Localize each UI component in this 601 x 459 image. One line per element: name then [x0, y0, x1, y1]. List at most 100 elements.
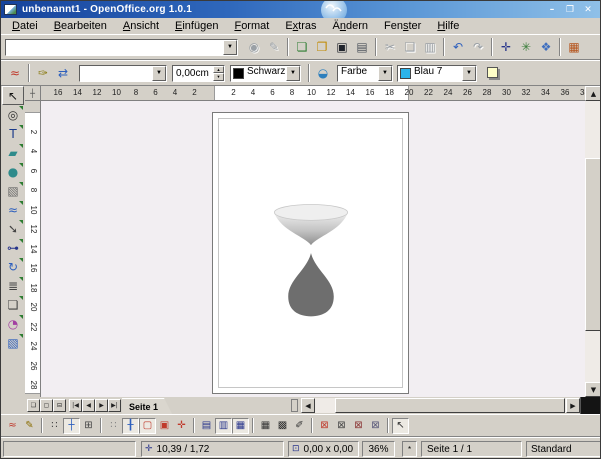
horizontal-ruler[interactable]: 1614121086422468101214161820222426283032… — [41, 86, 585, 101]
menu-fenster[interactable]: Fenster — [376, 19, 429, 33]
modify-with-attributes-icon[interactable]: ✐ — [291, 418, 308, 434]
window-resize-grip[interactable] — [580, 397, 601, 414]
url-combo-dropdown-icon[interactable]: ▼ — [223, 40, 237, 55]
edit-points-mode-icon[interactable]: ≈ — [4, 418, 21, 434]
text-tool[interactable]: T — [2, 124, 24, 143]
fill-style-dropdown-icon[interactable]: ▼ — [378, 66, 392, 81]
snap-to-grid-icon[interactable]: ∷ — [105, 418, 122, 434]
hourglass-drawing-object[interactable] — [213, 113, 408, 393]
status-template-field[interactable]: Standard — [526, 441, 601, 457]
rotation-mode-icon[interactable]: ✎ — [21, 418, 38, 434]
simple-handles-icon[interactable]: ▦ — [257, 418, 274, 434]
last-page-button[interactable]: ▶| — [108, 399, 121, 412]
select-mode-icon[interactable]: ↖ — [392, 418, 409, 434]
print-icon[interactable]: ▤ — [352, 38, 372, 56]
hscroll-left-icon[interactable]: ◀ — [301, 398, 315, 413]
page-mode-button[interactable]: ❏ — [27, 399, 40, 412]
minimize-button[interactable]: – — [545, 3, 559, 16]
3d-controller-tool[interactable]: ▧ — [2, 333, 24, 352]
hscroll-right-icon[interactable]: ▶ — [566, 398, 580, 413]
menu-hilfe[interactable]: Hilfe — [429, 19, 467, 33]
menu-datei[interactable]: Datei — [4, 19, 46, 33]
close-button[interactable]: ✕ — [581, 3, 595, 16]
area-dialog-icon[interactable]: ◒ — [313, 64, 333, 82]
snap-to-margins-icon[interactable]: ▢ — [139, 418, 156, 434]
status-page-field[interactable]: Seite 1 / 1 — [421, 441, 522, 457]
fill-color-combo[interactable]: Blau 7 ▼ — [397, 65, 477, 82]
vscroll-down-icon[interactable]: ▼ — [585, 382, 601, 397]
prev-page-button[interactable]: ◀ — [82, 399, 95, 412]
3d-objects-tool[interactable]: ▧ — [2, 181, 24, 200]
url-combo[interactable]: ▼ — [5, 39, 238, 56]
line-style-combo[interactable]: ▼ — [79, 65, 167, 82]
tabbar-splitter[interactable] — [291, 399, 298, 412]
large-handles-icon[interactable]: ▩ — [274, 418, 291, 434]
line-style-dropdown-icon[interactable]: ▼ — [152, 66, 166, 81]
picture-placeholder-icon[interactable]: ⊠ — [316, 418, 333, 434]
menu-extras[interactable]: Extras — [277, 19, 324, 33]
line-width-down-icon[interactable]: ▼ — [213, 73, 224, 81]
menu-einfugen[interactable]: Einfügen — [167, 19, 226, 33]
status-position-field[interactable]: ✛ 10,39 / 1,72 — [141, 441, 284, 457]
next-page-button[interactable]: ▶ — [95, 399, 108, 412]
arrow-style-icon[interactable]: ⇄ — [53, 64, 73, 82]
menu-format[interactable]: Format — [226, 19, 277, 33]
select-tool[interactable]: ↖ — [2, 86, 24, 105]
shadow-toggle-button[interactable] — [485, 65, 501, 81]
page[interactable] — [212, 112, 409, 394]
quick-edit-icon[interactable]: ▤ — [198, 418, 215, 434]
maximize-button[interactable]: ❐ — [563, 3, 577, 16]
vscroll-track[interactable] — [585, 101, 601, 382]
fine-contour-icon[interactable]: ⊠ — [367, 418, 384, 434]
vscroll-thumb[interactable] — [585, 158, 601, 331]
menu-andern[interactable]: Ändern — [325, 19, 377, 33]
contour-mode-icon[interactable]: ⊠ — [333, 418, 350, 434]
snap-to-object-points-icon[interactable]: ✛ — [173, 418, 190, 434]
edit-points-icon[interactable]: ≈ — [5, 64, 25, 82]
connector-tool[interactable]: ⊶ — [2, 238, 24, 257]
rectangle-tool[interactable]: ▰ — [2, 143, 24, 162]
alignment-tool[interactable]: ≣ — [2, 276, 24, 295]
curve-tool[interactable]: ≈ — [2, 200, 24, 219]
select-text-area-icon[interactable]: ▥ — [215, 418, 232, 434]
page-tab[interactable]: Seite 1 — [122, 398, 172, 414]
menu-bearbeiten[interactable]: Bearbeiten — [46, 19, 115, 33]
snaplines-visible-icon[interactable]: ┼ — [63, 418, 80, 434]
effects-tool[interactable]: ◔ — [2, 314, 24, 333]
insert-graphics-icon[interactable]: ▦ — [564, 38, 584, 56]
line-color-combo[interactable]: Schwarz ▼ — [230, 65, 301, 82]
status-size-field[interactable]: ⊡ 0,00 x 0,00 — [288, 441, 359, 457]
line-width-spinner[interactable]: 0,00cm ▲ ▼ — [172, 65, 225, 82]
ellipse-tool[interactable]: ● — [2, 162, 24, 181]
line-dialog-icon[interactable]: ✑ — [33, 64, 53, 82]
vertical-ruler[interactable]: 246810121416182022242628 — [25, 101, 41, 397]
hscroll-track[interactable] — [315, 398, 566, 413]
hscroll-thumb[interactable] — [335, 398, 565, 413]
text-placeholder-icon[interactable]: ⊠ — [350, 418, 367, 434]
line-color-dropdown-icon[interactable]: ▼ — [286, 66, 300, 81]
vscroll-up-icon[interactable]: ▲ — [585, 86, 601, 101]
status-zoom-field[interactable]: 36% — [362, 441, 395, 457]
master-mode-button[interactable]: ▢ — [40, 399, 53, 412]
fill-color-dropdown-icon[interactable]: ▼ — [462, 66, 476, 81]
gallery-icon[interactable]: ✳ — [516, 38, 536, 56]
grid-visible-icon[interactable]: ∷ — [46, 418, 63, 434]
line-width-up-icon[interactable]: ▲ — [213, 66, 224, 74]
lines-arrows-tool[interactable]: ➘ — [2, 219, 24, 238]
snap-to-snaplines-icon[interactable]: ╂ — [122, 418, 139, 434]
menu-ansicht[interactable]: Ansicht — [115, 19, 167, 33]
open-document-icon[interactable]: ❐ — [312, 38, 332, 56]
zoom-tool[interactable]: ◎ — [2, 105, 24, 124]
url-input[interactable] — [6, 40, 223, 55]
navigator-icon[interactable]: ✛ — [496, 38, 516, 56]
layer-mode-button[interactable]: ⊟ — [53, 399, 66, 412]
arrange-tool[interactable]: ❏ — [2, 295, 24, 314]
doubleclick-edit-text-icon[interactable]: ▦ — [232, 418, 249, 434]
drawing-canvas[interactable] — [41, 101, 585, 397]
save-document-icon[interactable]: ▣ — [332, 38, 352, 56]
hyperlink-icon[interactable]: ❖ — [536, 38, 556, 56]
undo-icon[interactable]: ↶ — [448, 38, 468, 56]
new-document-icon[interactable]: ❏ — [292, 38, 312, 56]
first-page-button[interactable]: |◀ — [69, 399, 82, 412]
helplines-while-moving-icon[interactable]: ⊞ — [80, 418, 97, 434]
